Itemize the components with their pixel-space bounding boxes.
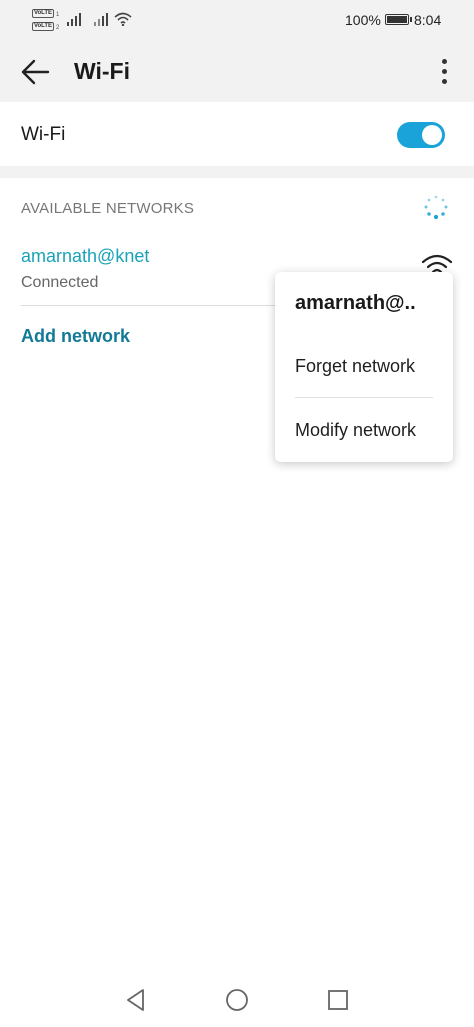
modify-network-option[interactable]: Modify network (295, 420, 416, 441)
arrow-left-icon (21, 59, 50, 85)
more-options-button[interactable] (432, 54, 456, 90)
more-vertical-icon (441, 59, 447, 64)
page-title: Wi-Fi (74, 58, 130, 84)
status-bar: VoLTE 1 VoLTE 2 100% 8:04 (0, 0, 474, 40)
app-bar: Wi-Fi (0, 40, 474, 102)
sim1-signal-icon (67, 13, 81, 26)
forget-network-option[interactable]: Forget network (295, 356, 415, 377)
back-triangle-icon[interactable] (123, 987, 149, 1013)
volte-badge-2: VoLTE (32, 22, 54, 31)
volte-sub-2: 2 (56, 25, 60, 31)
menu-divider (295, 397, 433, 398)
sim2-signal-icon (94, 13, 108, 26)
wifi-toggle-label: Wi-Fi (21, 124, 66, 145)
context-menu-title: amarnath@.. (295, 292, 416, 314)
wifi-status-icon (114, 12, 132, 26)
home-circle-icon[interactable] (224, 987, 250, 1013)
volte-sub-1: 1 (56, 12, 60, 18)
spinner-icon (424, 195, 448, 220)
section-divider (0, 166, 474, 178)
network-name: amarnath@knet (21, 246, 150, 266)
add-network-link[interactable]: Add network (21, 326, 130, 347)
available-networks-header: AVAILABLE NETWORKS (21, 200, 195, 217)
volte-badge-1: VoLTE (32, 9, 54, 18)
battery-icon (385, 14, 412, 25)
network-status: Connected (21, 274, 99, 291)
wifi-toggle-row[interactable]: Wi-Fi (0, 102, 474, 166)
wifi-toggle-switch[interactable] (397, 122, 445, 148)
toggle-knob (422, 125, 442, 145)
network-context-menu: amarnath@.. Forget network Modify networ… (275, 272, 453, 462)
back-button[interactable] (18, 54, 54, 90)
clock: 8:04 (414, 12, 442, 28)
battery-percent: 100% (345, 12, 381, 28)
recents-square-icon[interactable] (325, 987, 351, 1013)
system-nav-bar (0, 975, 474, 1027)
